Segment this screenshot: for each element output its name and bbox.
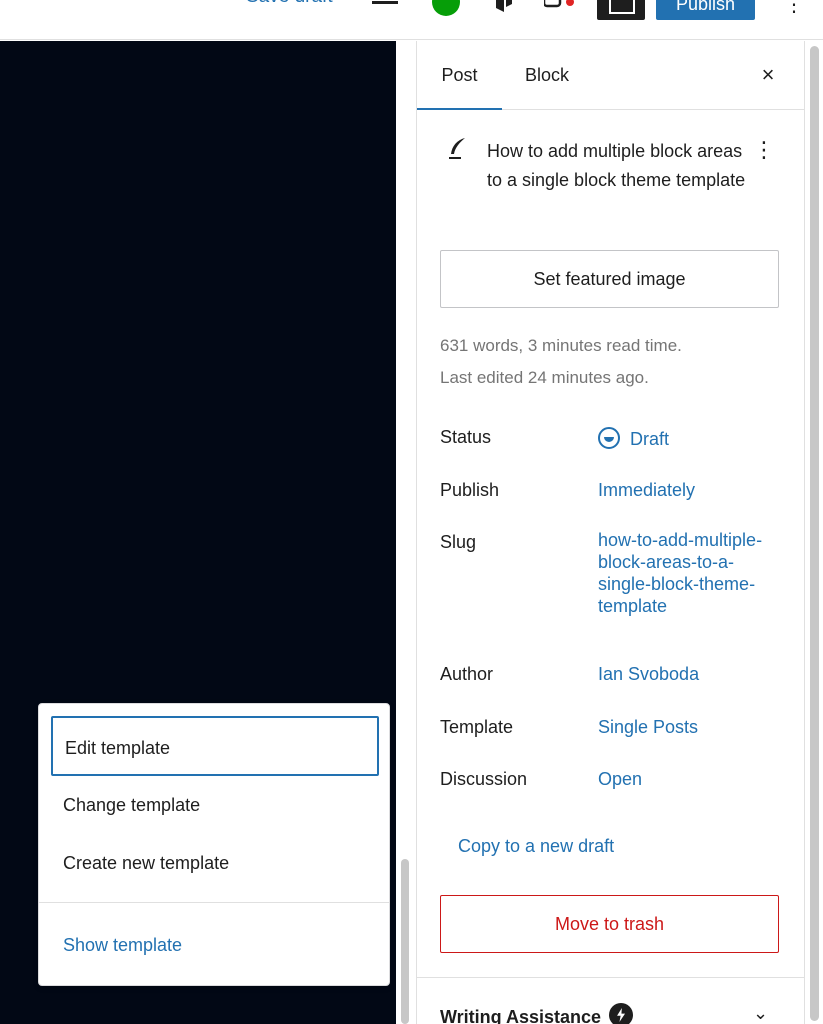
slug-value[interactable]: how-to-add-multiple-block-areas-to-a-sin… — [598, 529, 778, 617]
publish-date-value[interactable]: Immediately — [598, 480, 695, 501]
editor-toolbar: Save draft Publish ⋮ — [0, 0, 823, 40]
discussion-label: Discussion — [440, 769, 528, 789]
quill-icon — [447, 137, 467, 161]
slug-label: Slug — [440, 532, 477, 552]
sidebar-scrollbar-thumb[interactable] — [810, 46, 819, 1021]
word-count: 631 words, 3 minutes read time. — [440, 336, 682, 355]
author-value[interactable]: Ian Svoboda — [598, 664, 699, 685]
status-value-text: Draft — [630, 429, 670, 449]
post-title: How to add multiple block areas to a sin… — [487, 141, 746, 190]
show-template-menu-item[interactable]: Show template — [51, 916, 379, 974]
chevron-down-icon[interactable]: ⌄ — [753, 1003, 768, 1024]
yoast-icon[interactable] — [494, 0, 514, 12]
set-featured-image-button[interactable]: Set featured image — [440, 250, 779, 308]
canvas-scrollbar-thumb[interactable] — [401, 859, 409, 1024]
sidebar-tabs: Post Block × — [417, 41, 804, 110]
jetpack-icon[interactable] — [432, 0, 460, 16]
jetpack-ai-icon — [609, 1003, 634, 1024]
menu-divider — [39, 902, 389, 903]
writing-assistance-label: Writing Assistance — [440, 1007, 602, 1024]
tab-block[interactable]: Block — [525, 41, 569, 110]
discussion-value[interactable]: Open — [598, 769, 642, 790]
draft-status-icon — [598, 427, 620, 449]
move-to-trash-button[interactable]: Move to trash — [440, 895, 779, 953]
template-value[interactable]: Single Posts — [598, 717, 698, 738]
author-label: Author — [440, 664, 494, 684]
status-value[interactable]: Draft — [598, 427, 669, 450]
preview-icon[interactable] — [372, 0, 398, 4]
last-edited: Last edited 24 minutes ago. — [440, 368, 649, 387]
settings-sidebar-toggle-icon[interactable] — [597, 0, 645, 20]
close-icon[interactable]: × — [757, 61, 779, 89]
canvas-scrollbar[interactable] — [396, 41, 417, 1024]
section-divider — [417, 977, 804, 978]
status-label: Status — [440, 427, 492, 447]
template-label: Template — [440, 717, 514, 737]
plugin-status-icon[interactable] — [542, 0, 574, 10]
tab-post[interactable]: Post — [417, 41, 502, 110]
options-more-icon[interactable]: ⋮ — [784, 0, 804, 17]
sidebar-scrollbar[interactable] — [804, 41, 823, 1024]
change-template-menu-item[interactable]: Change template — [51, 776, 379, 834]
post-actions-more-icon[interactable]: ⋮ — [753, 139, 775, 161]
save-draft-button[interactable]: Save draft — [246, 0, 333, 8]
publish-label: Publish — [440, 480, 500, 500]
create-new-template-menu-item[interactable]: Create new template — [51, 834, 379, 892]
writing-assistance-panel-toggle[interactable]: Writing Assistance — [440, 1003, 634, 1024]
edit-template-menu-item[interactable]: Edit template — [51, 716, 379, 776]
settings-sidebar: Post Block × How to add multiple block a… — [417, 41, 804, 1024]
copy-to-new-draft-button[interactable]: Copy to a new draft — [458, 836, 614, 857]
template-menu-popover: Edit template Change template Create new… — [38, 703, 390, 986]
publish-button[interactable]: Publish — [656, 0, 755, 20]
